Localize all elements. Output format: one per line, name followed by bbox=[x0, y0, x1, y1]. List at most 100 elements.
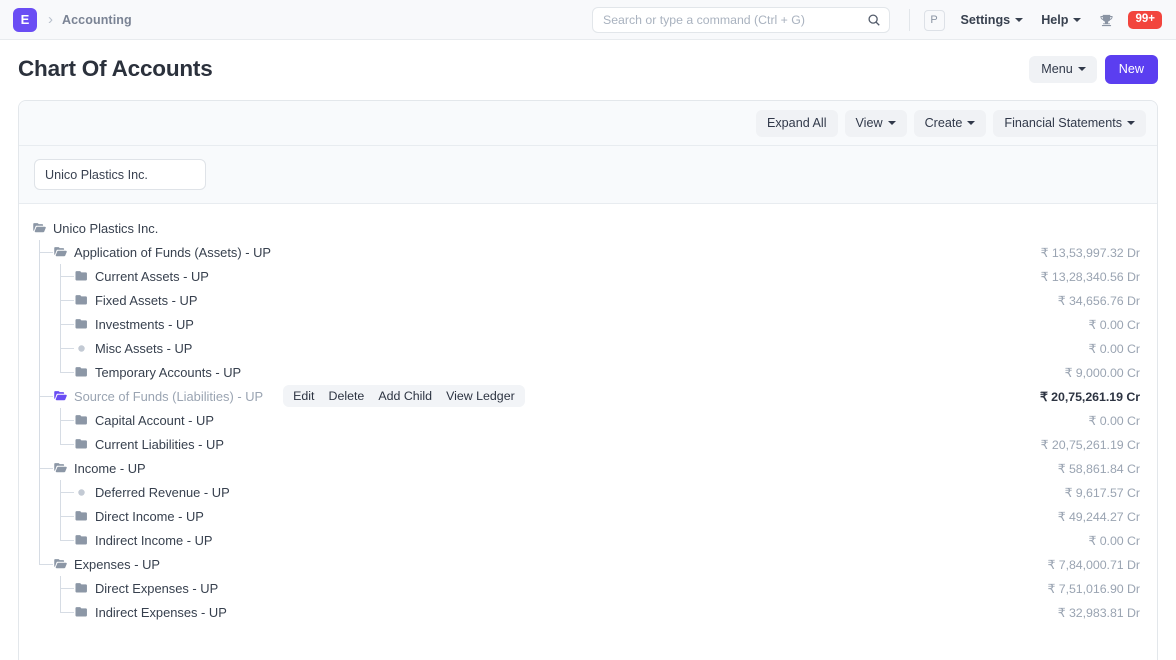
add-child-button[interactable]: Add Child bbox=[371, 387, 439, 405]
tree-node[interactable]: Expenses - UP bbox=[19, 552, 160, 576]
open-folder-icon[interactable] bbox=[54, 462, 67, 475]
tree-node[interactable]: Capital Account - UP bbox=[19, 408, 214, 432]
tree-node-label[interactable]: Temporary Accounts - UP bbox=[95, 365, 241, 380]
leaf-dot-icon[interactable] bbox=[75, 342, 88, 355]
tree-node-label[interactable]: Current Liabilities - UP bbox=[95, 437, 224, 452]
tree-row[interactable]: Fixed Assets - UP ₹ 34,656.76 Dr bbox=[19, 288, 1157, 312]
tree-node-label[interactable]: Fixed Assets - UP bbox=[95, 293, 197, 308]
open-folder-icon[interactable] bbox=[33, 222, 46, 235]
nav-settings[interactable]: Settings bbox=[961, 13, 1024, 27]
view-ledger-button[interactable]: View Ledger bbox=[439, 387, 522, 405]
closed-folder-icon[interactable] bbox=[75, 438, 88, 451]
tree-row[interactable]: Source of Funds (Liabilities) - UP EditDe… bbox=[19, 384, 1157, 408]
tree-node-label[interactable]: Unico Plastics Inc. bbox=[53, 221, 158, 236]
tree-node-label[interactable]: Current Assets - UP bbox=[95, 269, 209, 284]
tree-node-label[interactable]: Investments - UP bbox=[95, 317, 194, 332]
filter-row bbox=[19, 146, 1157, 204]
tree-node[interactable]: Current Assets - UP bbox=[19, 264, 209, 288]
tree-row[interactable]: Current Assets - UP₹ 13,28,340.56 Dr bbox=[19, 264, 1157, 288]
edit-button[interactable]: Edit bbox=[286, 387, 321, 405]
tree-toolbar: Expand All View Create Financial Stateme… bbox=[19, 101, 1157, 146]
leaf-dot-icon[interactable] bbox=[75, 486, 88, 499]
tree-row[interactable]: Application of Funds (Assets) - UP₹ 13,5… bbox=[19, 240, 1157, 264]
closed-folder-icon[interactable] bbox=[75, 270, 88, 283]
create-button[interactable]: Create bbox=[914, 110, 987, 137]
tree-node[interactable]: Fixed Assets - UP bbox=[19, 288, 197, 312]
app-logo-icon[interactable]: E bbox=[13, 8, 37, 32]
closed-folder-icon[interactable] bbox=[75, 606, 88, 619]
navbar-divider bbox=[909, 9, 910, 31]
tree-node[interactable]: Income - UP bbox=[19, 456, 146, 480]
tree-row[interactable]: Unico Plastics Inc. bbox=[19, 216, 1157, 240]
tree-node[interactable]: Direct Expenses - UP bbox=[19, 576, 218, 600]
open-folder-icon[interactable] bbox=[54, 558, 67, 571]
closed-folder-icon[interactable] bbox=[75, 414, 88, 427]
search-icon[interactable] bbox=[867, 13, 881, 27]
chevron-down-icon bbox=[1015, 18, 1023, 22]
closed-folder-icon[interactable] bbox=[75, 294, 88, 307]
account-balance: ₹ 7,84,000.71 Dr bbox=[1048, 557, 1141, 572]
tree-node-label[interactable]: Source of Funds (Liabilities) - UP bbox=[74, 389, 263, 404]
tree-node-label[interactable]: Direct Expenses - UP bbox=[95, 581, 218, 596]
tree-node-label[interactable]: Application of Funds (Assets) - UP bbox=[74, 245, 271, 260]
view-button[interactable]: View bbox=[845, 110, 907, 137]
tree-node[interactable]: Indirect Expenses - UP bbox=[19, 600, 227, 624]
account-balance: ₹ 9,617.57 Cr bbox=[1065, 485, 1140, 500]
tree-node[interactable]: Indirect Income - UP bbox=[19, 528, 213, 552]
notification-badge[interactable]: 99+ bbox=[1128, 11, 1162, 30]
company-filter-input[interactable] bbox=[34, 159, 206, 190]
tree-node[interactable]: Direct Income - UP bbox=[19, 504, 204, 528]
tree-row[interactable]: Misc Assets - UP₹ 0.00 Cr bbox=[19, 336, 1157, 360]
tree-node-label[interactable]: Capital Account - UP bbox=[95, 413, 214, 428]
trophy-icon[interactable] bbox=[1099, 13, 1114, 28]
chevron-down-icon bbox=[967, 121, 975, 125]
search-input[interactable] bbox=[603, 13, 867, 27]
tree-row[interactable]: Indirect Expenses - UP₹ 32,983.81 Dr bbox=[19, 600, 1157, 624]
closed-folder-icon[interactable] bbox=[75, 366, 88, 379]
tree-node-label[interactable]: Indirect Income - UP bbox=[95, 533, 213, 548]
closed-folder-icon[interactable] bbox=[75, 582, 88, 595]
tree-node[interactable]: Investments - UP bbox=[19, 312, 194, 336]
tree-row[interactable]: Current Liabilities - UP ₹ 20,75,261.19 C… bbox=[19, 432, 1157, 456]
closed-folder-icon[interactable] bbox=[75, 534, 88, 547]
open-folder-icon[interactable] bbox=[54, 246, 67, 259]
tree-node[interactable]: Temporary Accounts - UP bbox=[19, 360, 241, 384]
account-balance: ₹ 0.00 Cr bbox=[1088, 413, 1140, 428]
breadcrumb-accounting[interactable]: Accounting bbox=[62, 13, 132, 27]
expand-all-button[interactable]: Expand All bbox=[756, 110, 838, 137]
open-folder-icon[interactable] bbox=[54, 390, 67, 403]
tree-row[interactable]: Deferred Revenue - UP ₹ 9,617.57 Cr bbox=[19, 480, 1157, 504]
tree-node[interactable]: Unico Plastics Inc. bbox=[19, 216, 158, 240]
closed-folder-icon[interactable] bbox=[75, 510, 88, 523]
tree-node[interactable]: Current Liabilities - UP bbox=[19, 432, 224, 456]
tree-row[interactable]: Indirect Income - UP₹ 0.00 Cr bbox=[19, 528, 1157, 552]
financial-statements-button[interactable]: Financial Statements bbox=[993, 110, 1146, 137]
tree-node[interactable]: Application of Funds (Assets) - UP bbox=[19, 240, 271, 264]
nav-help[interactable]: Help bbox=[1041, 13, 1081, 27]
tree-row[interactable]: Direct Expenses - UP₹ 7,51,016.90 Dr bbox=[19, 576, 1157, 600]
tree-node-label[interactable]: Income - UP bbox=[74, 461, 146, 476]
tree-node-label[interactable]: Deferred Revenue - UP bbox=[95, 485, 230, 500]
tree-row[interactable]: Temporary Accounts - UP ₹ 9,000.00 Cr bbox=[19, 360, 1157, 384]
avatar[interactable]: P bbox=[924, 10, 945, 31]
tree-row[interactable]: Direct Income - UP₹ 49,244.27 Cr bbox=[19, 504, 1157, 528]
tree-row[interactable]: Expenses - UP ₹ 7,84,000.71 Dr bbox=[19, 552, 1157, 576]
menu-button[interactable]: Menu bbox=[1029, 56, 1097, 83]
tree-row[interactable]: Capital Account - UP ₹ 0.00 Cr bbox=[19, 408, 1157, 432]
account-balance: ₹ 34,656.76 Dr bbox=[1058, 293, 1140, 308]
tree-node-label[interactable]: Misc Assets - UP bbox=[95, 341, 192, 356]
new-button[interactable]: New bbox=[1105, 55, 1158, 84]
tree-node[interactable]: Source of Funds (Liabilities) - UP bbox=[19, 384, 263, 408]
tree-node-label[interactable]: Expenses - UP bbox=[74, 557, 160, 572]
tree-row[interactable]: Income - UP₹ 58,861.84 Cr bbox=[19, 456, 1157, 480]
tree-row[interactable]: Investments - UP₹ 0.00 Cr bbox=[19, 312, 1157, 336]
tree-node-label[interactable]: Direct Income - UP bbox=[95, 509, 204, 524]
account-balance: ₹ 9,000.00 Cr bbox=[1065, 365, 1140, 380]
tree-node-label[interactable]: Indirect Expenses - UP bbox=[95, 605, 227, 620]
delete-button[interactable]: Delete bbox=[322, 387, 372, 405]
global-search[interactable] bbox=[592, 7, 890, 33]
account-balance: ₹ 20,75,261.19 Cr bbox=[1041, 437, 1140, 452]
tree-node[interactable]: Misc Assets - UP bbox=[19, 336, 192, 360]
closed-folder-icon[interactable] bbox=[75, 318, 88, 331]
tree-node[interactable]: Deferred Revenue - UP bbox=[19, 480, 230, 504]
